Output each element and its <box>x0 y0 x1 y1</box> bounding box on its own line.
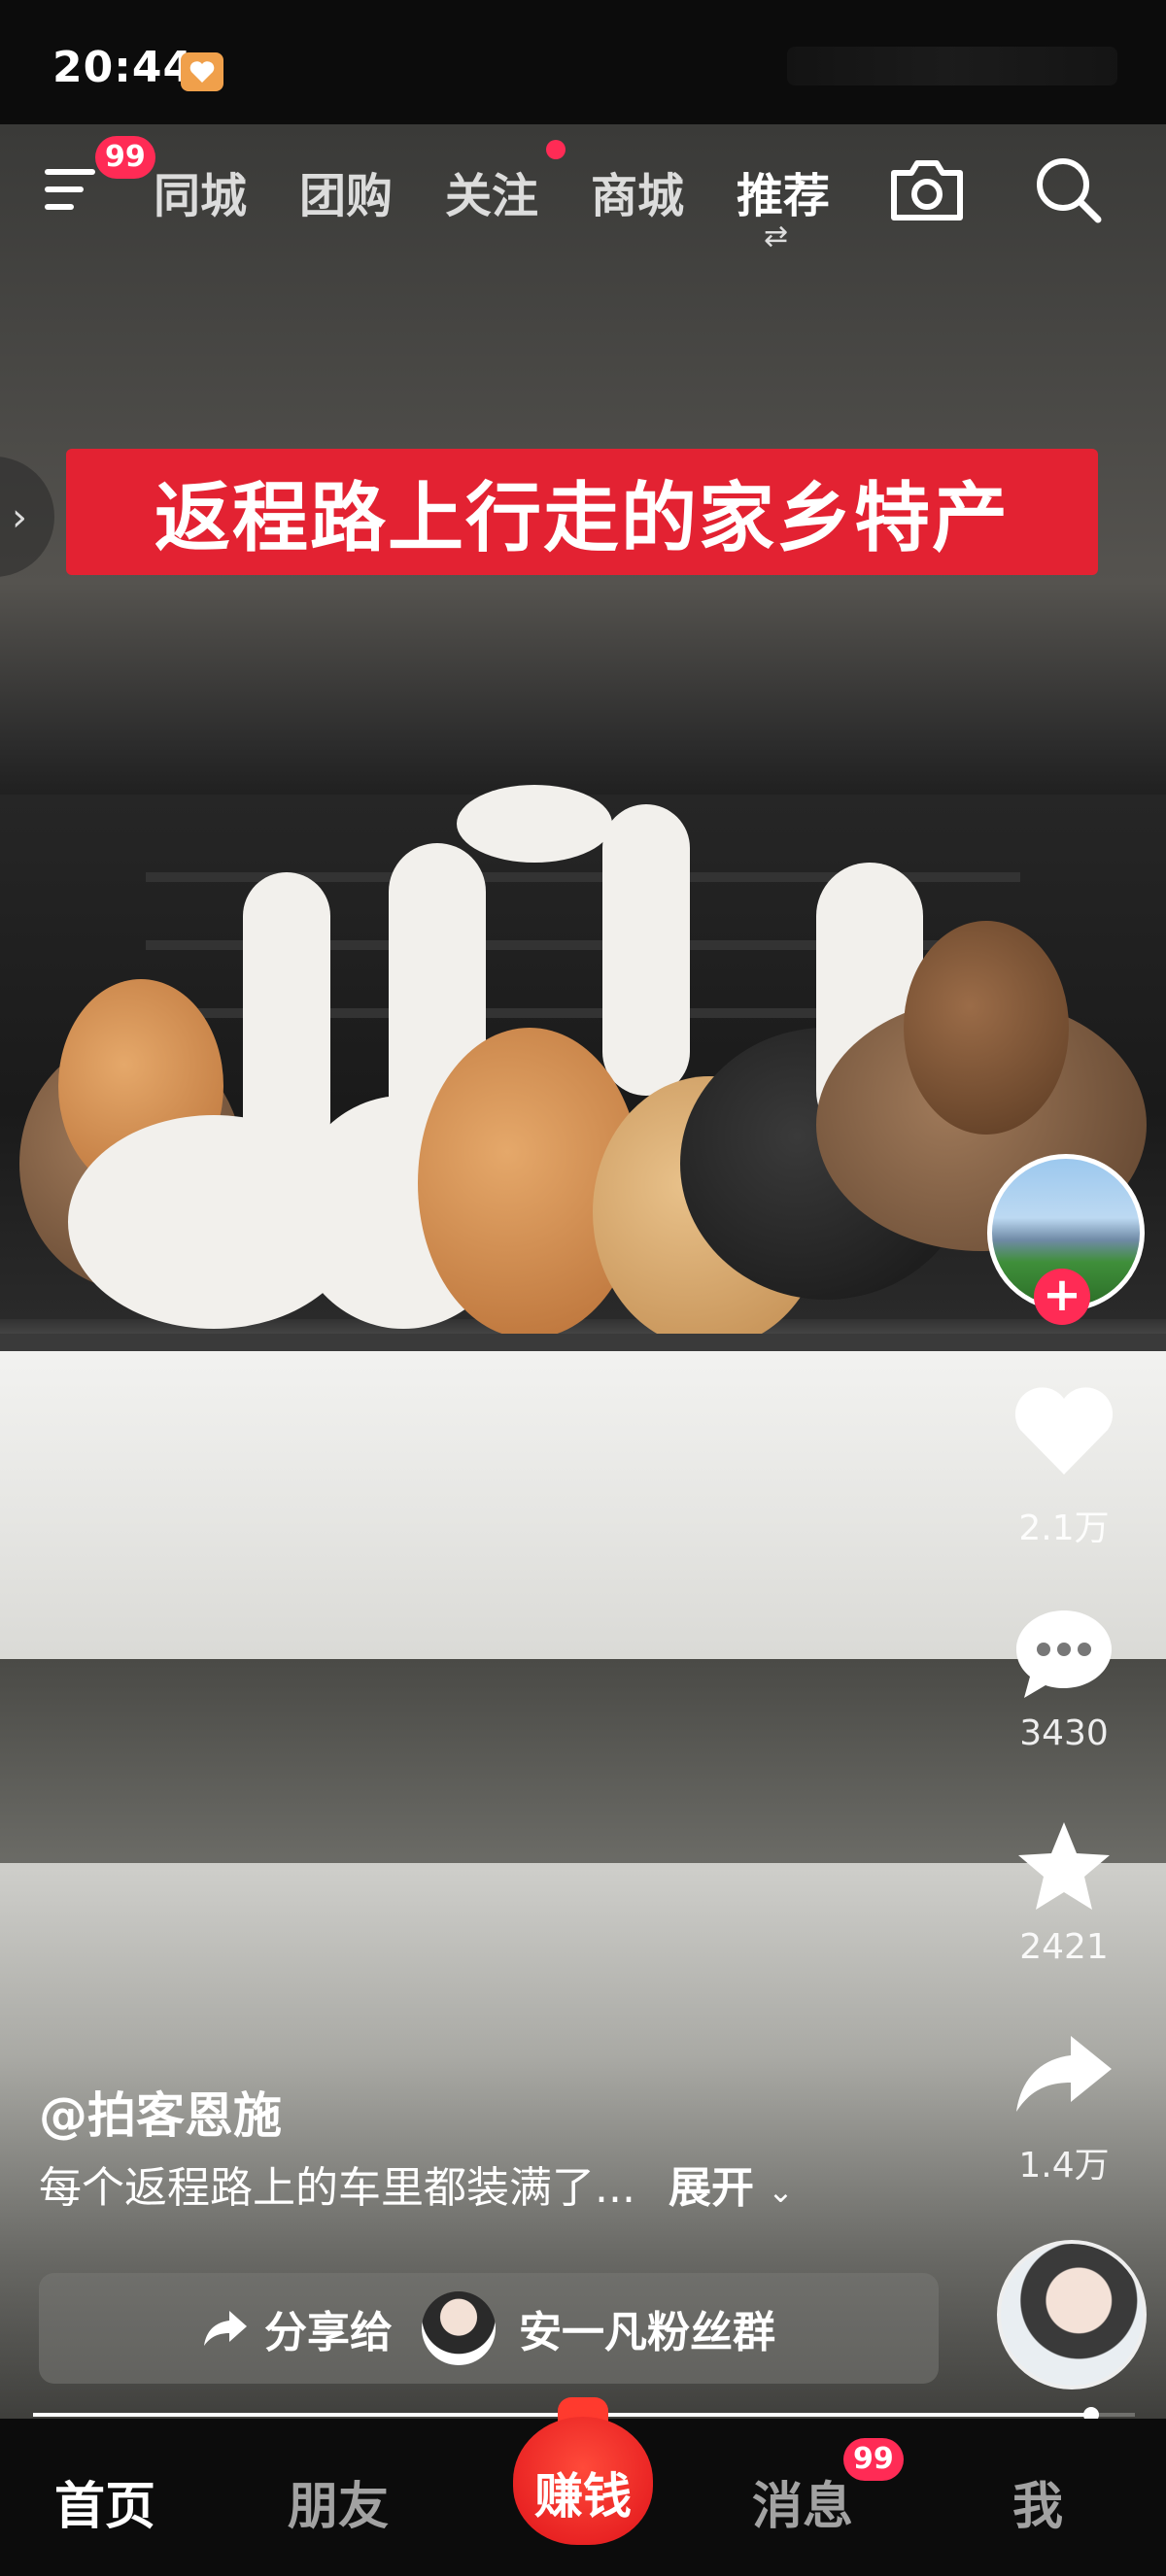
share-arrow-icon[interactable] <box>1011 2028 1117 2125</box>
tab-nearby[interactable]: 同城 <box>154 157 247 225</box>
following-dot <box>546 140 566 159</box>
chevron-down-icon: ⌄ <box>767 2173 794 2210</box>
share-to-group-button[interactable]: 分享给 安一凡粉丝群 <box>39 2273 939 2384</box>
app-screen: 20:44 99 同城 团购 关注 商城 推荐 ⇄ › 返程路上行走的家乡特产 … <box>0 0 1166 2576</box>
tab-friends[interactable]: 朋友 <box>288 2465 389 2538</box>
ground <box>0 1659 1166 1863</box>
menu-badge: 99 <box>95 136 155 179</box>
author-name[interactable]: @拍客恩施 <box>39 2077 282 2147</box>
favorite-count: 2421 <box>1019 1927 1109 1967</box>
tab-following[interactable]: 关注 <box>445 157 538 225</box>
goose-neck-shape <box>243 872 330 1164</box>
favorite-star-icon[interactable] <box>1011 1818 1117 1915</box>
expand-button[interactable]: 展开 <box>669 2163 754 2213</box>
swap-icon: ⇄ <box>764 220 789 254</box>
share-count: 1.4万 <box>1018 2146 1110 2186</box>
post-description[interactable]: 每个返程路上的车里都装满了... 展开 ⌄ <box>39 2152 794 2215</box>
music-disc-avatar[interactable] <box>997 2240 1147 2390</box>
like-heart-icon[interactable] <box>1011 1383 1117 1480</box>
duck-shape <box>904 921 1069 1135</box>
description-text: 每个返程路上的车里都装满了... <box>39 2163 635 2213</box>
tab-messages[interactable]: 消息 <box>752 2465 853 2538</box>
share-small-icon <box>204 2311 247 2346</box>
goose-head-shape <box>457 785 612 863</box>
tab-me[interactable]: 我 <box>1012 2465 1063 2538</box>
top-nav: 99 同城 团购 关注 商城 推荐 ⇄ <box>0 136 1166 254</box>
comment-count: 3430 <box>1019 1713 1109 1753</box>
share-target: 安一凡粉丝群 <box>519 2308 775 2357</box>
chevron-right-icon: › <box>12 495 27 540</box>
camera-icon[interactable] <box>888 155 966 223</box>
earn-button[interactable]: 赚钱 <box>513 2397 653 2545</box>
tab-mall[interactable]: 商城 <box>591 157 684 225</box>
tab-home[interactable]: 首页 <box>54 2465 155 2538</box>
status-bar: 20:44 <box>0 0 1166 124</box>
like-count: 2.1万 <box>1018 1508 1110 1548</box>
search-icon[interactable] <box>1032 153 1104 225</box>
follow-button[interactable]: + <box>1034 1269 1090 1325</box>
messages-badge: 99 <box>843 2438 904 2481</box>
menu-button[interactable] <box>45 159 103 218</box>
heart-notification-icon <box>181 52 223 91</box>
status-time: 20:44 <box>52 43 194 92</box>
tab-group-buy[interactable]: 团购 <box>299 157 393 225</box>
share-prefix: 分享给 <box>264 2308 393 2357</box>
comment-icon[interactable] <box>1011 1605 1117 1702</box>
video-caption: 返程路上行走的家乡特产 <box>66 449 1098 575</box>
status-icons-blurred <box>787 47 1117 85</box>
earn-label: 赚钱 <box>534 2468 632 2525</box>
group-avatar <box>422 2291 496 2365</box>
goose-neck-shape <box>602 804 690 1096</box>
tab-recommend[interactable]: 推荐 <box>737 157 830 225</box>
